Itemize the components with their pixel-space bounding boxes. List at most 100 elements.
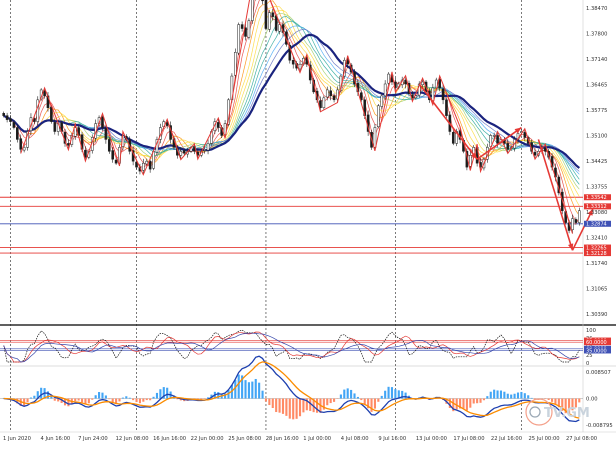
candle-body [20, 139, 22, 150]
macd-histogram-bar [118, 399, 120, 402]
candle [268, 10, 270, 32]
candle-body [292, 60, 294, 64]
macd-histogram-bar [74, 399, 76, 402]
macd-histogram-bar [166, 388, 168, 399]
candle-body [241, 25, 243, 29]
candle-body [330, 91, 332, 96]
candle-body [180, 151, 182, 155]
macd-histogram-bar [105, 395, 107, 398]
macd-histogram-bar [486, 396, 488, 398]
candle-body [112, 151, 114, 160]
candle [445, 97, 447, 118]
price-tick-label: 1.35775 [586, 108, 607, 114]
macd-histogram-bar [364, 399, 366, 405]
macd-histogram-bar [108, 399, 110, 400]
macd-histogram-bar [292, 399, 294, 420]
macd-histogram-bar [153, 397, 155, 399]
macd-histogram-bar [33, 396, 35, 399]
candle-body [497, 135, 499, 143]
macd-histogram-bar [462, 399, 464, 409]
macd-histogram-bar [149, 399, 151, 401]
candle-body [493, 135, 495, 136]
macd-histogram-bar [289, 399, 291, 419]
macd-histogram-bar [370, 399, 372, 412]
candle-body [261, 0, 263, 1]
macd-histogram-bar [520, 392, 522, 399]
candle-body [265, 0, 267, 29]
candle-body [204, 149, 206, 150]
price-tick-label: 1.36465 [586, 83, 607, 89]
candle-body [374, 128, 376, 148]
macd-histogram-bar [142, 399, 144, 402]
price-tick-label: 1.35100 [586, 134, 607, 140]
macd-histogram-bar [54, 399, 56, 401]
time-tick-label: 17 Jul 08:00 [453, 436, 484, 442]
candle-body [452, 132, 454, 143]
macd-histogram-bar [78, 399, 80, 401]
candle-body [54, 122, 56, 131]
macd-histogram-bar [40, 388, 42, 399]
macd-histogram-bar [302, 399, 304, 413]
macd-histogram-bar [30, 398, 32, 399]
macd-histogram-bar [548, 399, 550, 400]
candle-body [108, 139, 110, 151]
macd-histogram-bar [497, 390, 499, 398]
macd-histogram-bar [469, 399, 471, 408]
macd-histogram-bar [101, 393, 103, 399]
macd-tick-label: 0.00 [586, 397, 598, 403]
time-tick-label: 22 Jun 00:00 [191, 436, 224, 442]
candle-body [13, 122, 15, 127]
macd-histogram-bar [388, 387, 390, 399]
macd-histogram-bar [238, 375, 240, 399]
macd-histogram-bar [159, 389, 161, 398]
candle-body [217, 122, 219, 127]
macd-histogram-bar [456, 399, 458, 410]
macd-histogram-bar [347, 388, 349, 398]
candle-body [142, 163, 144, 170]
rsi-level-tag-label: 35.0000 [586, 348, 607, 354]
macd-histogram-bar [473, 399, 475, 404]
candle-body [544, 148, 546, 151]
macd-histogram-bar [129, 398, 131, 399]
time-tick-label: 16 Jun 16:00 [153, 436, 186, 442]
candle-body [149, 161, 151, 169]
candle-body [3, 113, 5, 115]
candle [108, 137, 110, 154]
candle-body [9, 119, 11, 122]
time-tick-label: 7 Jun 24:00 [78, 436, 108, 442]
chart-canvas[interactable]: 1.384701.378001.371401.364651.357751.351… [0, 0, 616, 446]
macd-histogram-bar [524, 393, 526, 398]
candle-body [146, 161, 148, 164]
rsi-tick-label: 0 [586, 361, 589, 367]
price-tick-label: 1.38470 [586, 6, 607, 12]
macd-histogram-bar [88, 399, 90, 404]
price-tick-label: 1.31065 [586, 287, 607, 293]
macd-histogram-bar [517, 393, 519, 399]
macd-histogram-bar [340, 394, 342, 398]
candle-body [469, 155, 471, 166]
price-tick-label: 1.37800 [586, 32, 607, 38]
candle-body [571, 219, 573, 230]
macd-histogram-bar [514, 394, 516, 399]
macd-histogram-bar [122, 398, 124, 399]
macd-histogram-bar [299, 399, 301, 417]
macd-histogram-bar [156, 393, 158, 399]
macd-histogram-bar [466, 399, 468, 411]
macd-histogram-bar [330, 399, 332, 404]
macd-histogram-bar [360, 399, 362, 401]
candle-body [234, 52, 236, 75]
macd-histogram-bar [391, 387, 393, 398]
candle-body [381, 96, 383, 107]
candle-body [50, 107, 52, 122]
price-tick-label: 1.30390 [586, 312, 607, 318]
trading-chart-window[interactable]: 1.384701.378001.371401.364651.357751.351… [0, 0, 616, 446]
macd-histogram-bar [394, 389, 396, 398]
macd-histogram-bar [326, 399, 328, 406]
macd-histogram-bar [578, 399, 580, 403]
price-tag-label: 1.33542 [586, 195, 607, 201]
candle-body [268, 13, 270, 30]
candle-body [44, 91, 46, 96]
candle-body [238, 25, 240, 54]
macd-histogram-bar [275, 399, 277, 413]
time-tick-label: 25 Jul 00:00 [528, 436, 559, 442]
